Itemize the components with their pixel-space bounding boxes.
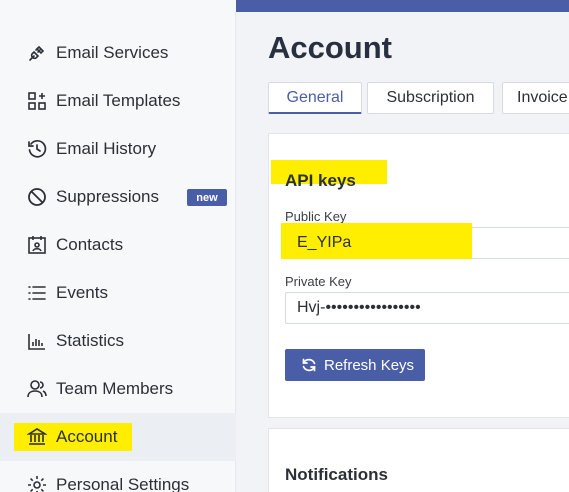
tab-subscription[interactable]: Subscription [367,82,494,114]
sidebar-item-contacts[interactable]: Contacts [0,221,236,269]
sidebar-item-email-history[interactable]: Email History [0,125,236,173]
tab-invoice[interactable]: Invoice [502,82,569,114]
sidebar-item-personal-settings[interactable]: Personal Settings [0,461,236,492]
sidebar-item-label: Email Templates [56,91,181,110]
sidebar-item-label: Team Members [56,379,174,398]
plug-icon [26,42,48,64]
sidebar-item-team-members[interactable]: Team Members [0,365,236,413]
page-title: Account [268,30,392,65]
private-key-field[interactable]: Hvj-••••••••••••••••• [285,292,569,324]
list-icon [26,282,48,304]
sidebar-item-label: Email History [56,139,157,158]
bank-icon [26,426,48,448]
template-grid-icon [26,90,48,112]
notifications-title: Notifications [285,465,388,484]
public-key-field[interactable]: E_YIPa [281,223,569,259]
sidebar-item-label: Contacts [56,235,124,254]
tab-general[interactable]: General [268,82,362,114]
sidebar-item-email-services[interactable]: Email Services [0,29,236,77]
team-icon [26,378,48,400]
private-key-value: Hvj-••••••••••••••••• [297,299,421,316]
sidebar-item-label: Email Services [56,43,169,62]
gear-icon [26,474,48,492]
public-key-label: Public Key [285,209,347,224]
refresh-icon [301,357,317,373]
contact-card-icon [26,234,48,256]
bar-chart-icon [26,330,48,352]
refresh-keys-button[interactable]: Refresh Keys [285,349,425,381]
sidebar-item-label: Account [56,427,118,446]
sidebar-item-label: Statistics [56,331,125,350]
history-clock-icon [26,138,48,160]
sidebar-item-label: Events [56,283,108,302]
sidebar: Email Services Email Templates Email His… [0,12,236,492]
sidebar-item-account[interactable]: Account [0,413,236,461]
sidebar-item-events[interactable]: Events [0,269,236,317]
new-badge: new [187,189,227,206]
block-icon [26,186,48,208]
sidebar-item-suppressions[interactable]: Suppressions new [0,173,236,221]
sidebar-item-email-templates[interactable]: Email Templates [0,77,236,125]
private-key-label: Private Key [285,274,352,289]
top-bar [0,0,569,12]
refresh-keys-label: Refresh Keys [324,356,415,374]
api-keys-title: API keys [285,171,356,190]
sidebar-item-label: Personal Settings [56,475,190,492]
public-key-value: E_YIPa [297,234,352,251]
sidebar-item-statistics[interactable]: Statistics [0,317,236,365]
sidebar-item-label: Suppressions [56,187,160,206]
